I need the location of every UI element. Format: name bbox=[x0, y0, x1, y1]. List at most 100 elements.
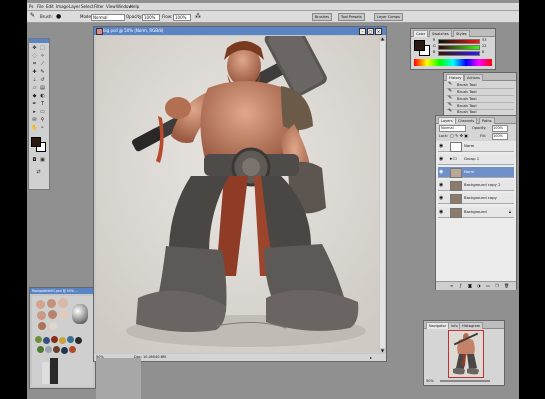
vertical-scrollbar[interactable]: ▲ ▼ bbox=[380, 36, 385, 353]
zoom-tool-icon[interactable]: ⚬ bbox=[39, 125, 46, 131]
metal-sphere-swatch[interactable] bbox=[72, 304, 88, 324]
navigator-zoom-slider[interactable] bbox=[440, 380, 490, 382]
minimize-icon[interactable]: – bbox=[359, 28, 366, 35]
blur-tool-icon[interactable]: ◆ bbox=[31, 93, 38, 99]
tab-color[interactable]: Color bbox=[413, 30, 429, 37]
move-tool-icon[interactable]: ✥ bbox=[31, 45, 38, 51]
type-tool-icon[interactable]: T bbox=[39, 101, 46, 107]
new-group-icon[interactable]: ▭ bbox=[486, 283, 490, 288]
well-tab-brushes[interactable]: Brushes bbox=[312, 13, 333, 21]
layer-group-row[interactable]: ◉ ▸▭ Group 1 bbox=[438, 154, 514, 165]
path-select-tool-icon[interactable]: ▸ bbox=[31, 109, 38, 115]
menu-edit[interactable]: Edit bbox=[46, 4, 54, 9]
quick-mask-icon[interactable]: ◘ bbox=[31, 157, 38, 163]
screen-mode-icon[interactable]: ▣ bbox=[39, 157, 46, 163]
toolbox-grip[interactable] bbox=[29, 39, 49, 43]
magic-wand-tool-icon[interactable]: ✧ bbox=[39, 53, 46, 59]
crop-tool-icon[interactable]: ⌗ bbox=[31, 61, 38, 67]
color-panel-foreground[interactable] bbox=[414, 40, 425, 51]
imageready-icon[interactable]: ⇄ bbox=[35, 169, 42, 175]
layer-row[interactable]: ◉ Norm bbox=[438, 141, 514, 152]
color-swatch-orange[interactable] bbox=[69, 346, 76, 353]
brush-tool-icon[interactable]: ✎ bbox=[30, 13, 35, 19]
well-tab-layer-comps[interactable]: Layer Comps bbox=[374, 13, 403, 21]
eye-icon[interactable]: ◉ bbox=[439, 143, 443, 149]
dodge-tool-icon[interactable]: ◐ bbox=[39, 93, 46, 99]
maximize-icon[interactable]: □ bbox=[367, 28, 374, 35]
eyedropper-tool-icon[interactable]: ⚲ bbox=[39, 117, 46, 123]
palette-document-title[interactable]: flashpalette01.psd @ 50% ... bbox=[30, 288, 97, 294]
lock-icons[interactable]: □ ✎ ✥ ▣ bbox=[450, 133, 468, 139]
tab-paths[interactable]: Paths bbox=[479, 117, 495, 124]
eye-icon[interactable]: ◉ bbox=[439, 195, 443, 201]
notes-tool-icon[interactable]: ✉ bbox=[31, 117, 38, 123]
tab-histogram[interactable]: Histogram bbox=[459, 322, 484, 329]
tab-swatches[interactable]: Swatches bbox=[429, 30, 452, 37]
menu-file[interactable]: File bbox=[37, 4, 44, 9]
fill-field[interactable]: 100% bbox=[492, 133, 508, 140]
eye-icon[interactable]: ◉ bbox=[439, 209, 443, 215]
channel-b-value[interactable]: 8 bbox=[482, 50, 484, 54]
navigator-zoom[interactable]: 50% bbox=[426, 378, 434, 384]
skin-swatch-5[interactable] bbox=[48, 310, 57, 319]
slice-tool-icon[interactable]: ⟋ bbox=[39, 61, 46, 67]
close-icon[interactable]: × bbox=[375, 28, 382, 35]
eye-icon[interactable]: ◉ bbox=[439, 156, 443, 162]
scroll-up-icon[interactable]: ▲ bbox=[380, 36, 385, 41]
layer-row-selected[interactable]: ◉ Norm bbox=[438, 167, 514, 178]
eye-icon[interactable]: ◉ bbox=[439, 182, 443, 188]
color-swatch-navy[interactable] bbox=[61, 347, 68, 354]
channel-r-value[interactable]: 53 bbox=[482, 38, 486, 42]
menu-layer[interactable]: Layer bbox=[69, 4, 80, 9]
color-swatch-blue[interactable] bbox=[43, 337, 50, 344]
pen-tool-icon[interactable]: ✒ bbox=[31, 101, 38, 107]
new-layer-icon[interactable]: ❐ bbox=[495, 283, 499, 288]
color-swatch-red[interactable] bbox=[51, 336, 58, 343]
menu-view[interactable]: View bbox=[106, 4, 116, 9]
trash-icon[interactable]: 🗑︎ bbox=[504, 283, 509, 288]
color-swatch-black[interactable] bbox=[75, 337, 82, 344]
color-swatch-gold[interactable] bbox=[59, 337, 66, 344]
skin-swatch-8[interactable] bbox=[49, 322, 57, 330]
layer-row[interactable]: ◉ Background copy 2 bbox=[438, 180, 514, 191]
tab-history[interactable]: History bbox=[446, 74, 465, 81]
tab-channels[interactable]: Channels bbox=[455, 117, 478, 124]
document-title-bar[interactable]: big psd @ 50% (Norm, RGB/8) – □ × bbox=[94, 27, 386, 35]
tab-layers[interactable]: Layers bbox=[438, 117, 456, 124]
channel-g-value[interactable]: 22 bbox=[482, 44, 486, 48]
stamp-tool-icon[interactable]: ⊥ bbox=[31, 77, 38, 83]
tab-styles[interactable]: Styles bbox=[453, 30, 470, 37]
marquee-tool-icon[interactable]: ⬚ bbox=[39, 45, 46, 51]
color-swatch-green[interactable] bbox=[35, 336, 42, 343]
well-tab-tool-presets[interactable]: Tool Presets bbox=[338, 13, 365, 21]
flow-field[interactable]: 100% bbox=[173, 14, 191, 21]
menu-image[interactable]: Image bbox=[56, 4, 69, 9]
skin-swatch-6[interactable] bbox=[59, 310, 68, 319]
menu-select[interactable]: Select bbox=[81, 4, 93, 9]
eraser-tool-icon[interactable]: ▱ bbox=[31, 85, 38, 91]
color-swatch-teal[interactable] bbox=[67, 336, 74, 343]
color-swatch-brown[interactable] bbox=[53, 346, 60, 353]
channel-g-slider[interactable] bbox=[438, 45, 480, 50]
tab-navigator[interactable]: Navigator bbox=[426, 322, 450, 329]
channel-b-slider[interactable] bbox=[438, 51, 480, 56]
skin-swatch-1[interactable] bbox=[36, 300, 45, 309]
menu-help[interactable]: Help bbox=[130, 4, 139, 9]
color-ramp[interactable] bbox=[414, 59, 492, 66]
layer-row[interactable]: ◉ Background 🔒︎ bbox=[438, 207, 514, 218]
history-brush-tool-icon[interactable]: ↺ bbox=[39, 77, 46, 83]
app-logo-icon[interactable]: Ps bbox=[29, 4, 33, 9]
tab-actions[interactable]: Actions bbox=[464, 74, 483, 81]
color-swatch-darkgreen[interactable] bbox=[37, 346, 44, 353]
status-arrow-icon[interactable]: ▸ bbox=[370, 354, 372, 361]
opacity-field[interactable]: 100% bbox=[142, 14, 160, 21]
layer-opacity-field[interactable]: 100% bbox=[492, 125, 508, 132]
channel-r-slider[interactable] bbox=[438, 39, 480, 44]
history-item[interactable]: ✎ Brush Tool bbox=[446, 108, 514, 115]
healing-tool-icon[interactable]: ✚ bbox=[31, 69, 38, 75]
layer-style-icon[interactable]: ƒ bbox=[460, 283, 461, 288]
hand-tool-icon[interactable]: ✋ bbox=[31, 125, 38, 131]
navigator-thumbnail[interactable] bbox=[448, 330, 484, 378]
gradient-tool-icon[interactable]: ▤ bbox=[39, 85, 46, 91]
lasso-tool-icon[interactable]: ◌ bbox=[31, 53, 38, 59]
